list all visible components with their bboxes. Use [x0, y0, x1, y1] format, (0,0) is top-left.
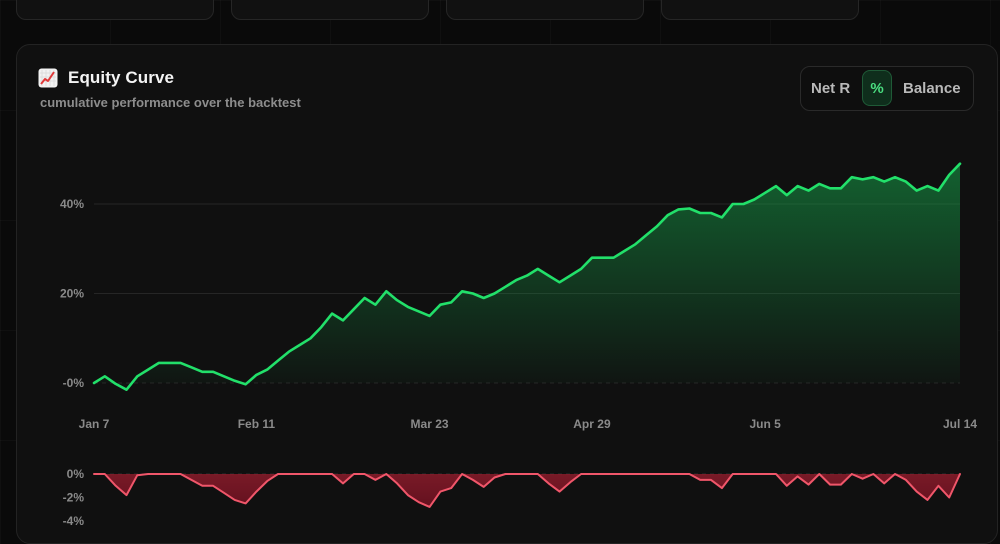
x-tick-label: Feb 11: [238, 417, 276, 431]
x-tick-label: Apr 29: [573, 417, 611, 431]
y-tick-label: -0%: [63, 376, 85, 390]
y-tick-label: 20%: [60, 287, 84, 301]
y-tick-label: -2%: [63, 491, 85, 505]
x-tick-label: Jan 7: [79, 417, 110, 431]
x-tick-label: Mar 23: [411, 417, 449, 431]
x-tick-label: Jun 5: [749, 417, 781, 431]
x-tick-label: Jul 14: [943, 417, 977, 431]
y-tick-label: 0%: [67, 467, 85, 481]
drawdown-area-fill: [94, 474, 960, 507]
y-tick-label: 40%: [60, 197, 84, 211]
y-tick-label: -4%: [63, 514, 85, 528]
equity-and-drawdown-charts: -0% 20% 40% Jan 7 Feb 11 Mar 23 Apr 29 Jun 5 Ju…: [60, 162, 977, 528]
